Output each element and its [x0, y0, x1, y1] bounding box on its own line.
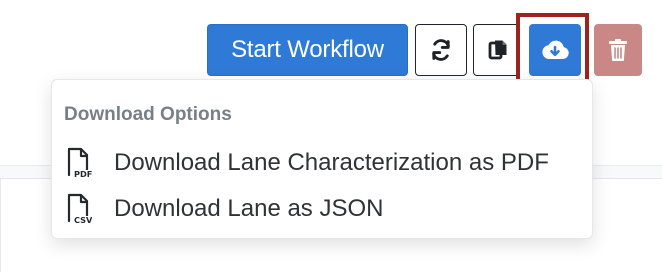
download-lane-characterization-pdf-menu-item[interactable]: PDF Download Lane Characterization as PD…: [64, 144, 584, 182]
download-options-header: Download Options: [64, 104, 232, 125]
csv-icon-label: CSV: [74, 215, 92, 225]
download-lane-json-menu-item[interactable]: CSV Download Lane as JSON: [64, 190, 584, 228]
top-cutoff-text-fragment: [589, 0, 662, 5]
pdf-file-icon: PDF: [64, 146, 92, 180]
cloud-download-icon: [540, 39, 570, 61]
download-button[interactable]: [529, 24, 581, 76]
copy-icon: [488, 38, 510, 62]
download-pdf-label: Download Lane Characterization as PDF: [114, 149, 549, 176]
start-workflow-button[interactable]: Start Workflow: [207, 24, 408, 76]
refresh-icon: [430, 39, 452, 61]
pdf-icon-label: PDF: [74, 169, 92, 179]
page: Start Workflow Download Options PDF Down…: [0, 0, 662, 272]
csv-file-icon: CSV: [64, 192, 92, 226]
refresh-button[interactable]: [415, 24, 467, 76]
download-json-label: Download Lane as JSON: [114, 195, 384, 222]
delete-button[interactable]: [594, 24, 642, 76]
download-options-menu: Download Options PDF Download Lane Chara…: [51, 79, 593, 239]
trash-icon: [608, 38, 628, 63]
